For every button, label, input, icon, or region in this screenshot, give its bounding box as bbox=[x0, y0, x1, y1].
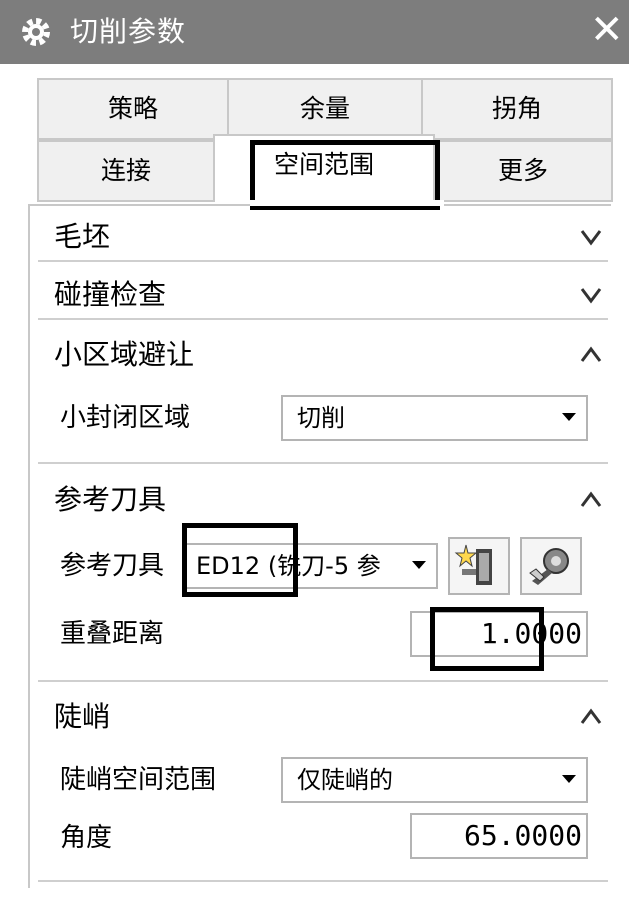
chevron-down-icon bbox=[580, 288, 602, 304]
section-blank-header[interactable]: 毛坯 bbox=[54, 212, 604, 262]
overlap-distance-input[interactable]: 1.0000 bbox=[410, 611, 588, 657]
chevron-down-icon bbox=[580, 230, 602, 246]
angle-input[interactable]: 65.0000 bbox=[410, 813, 588, 859]
close-icon[interactable]: ✕ bbox=[590, 6, 624, 54]
tab-connections[interactable]: 连接 bbox=[37, 140, 215, 202]
steep-range-label: 陡峭空间范围 bbox=[60, 765, 217, 795]
section-collision-title: 碰撞检查 bbox=[54, 278, 167, 311]
section-ref-tool-title: 参考刀具 bbox=[54, 483, 167, 516]
dialog-title: 切削参数 bbox=[70, 15, 187, 48]
angle-label: 角度 bbox=[60, 823, 113, 853]
section-steep-header[interactable]: 陡峭 bbox=[54, 692, 604, 742]
section-small-area-title: 小区域避让 bbox=[54, 338, 195, 371]
section-ref-tool-header[interactable]: 参考刀具 bbox=[54, 475, 604, 525]
tab-more[interactable]: 更多 bbox=[433, 140, 613, 202]
closed-area-value: 切削 bbox=[297, 404, 345, 432]
ref-tool-dropdown[interactable]: ED12 (铣刀-5 参 bbox=[184, 543, 438, 589]
steep-range-dropdown[interactable]: 仅陡峭的 bbox=[281, 757, 588, 803]
tab-stock[interactable]: 余量 bbox=[227, 78, 423, 140]
new-tool-button[interactable] bbox=[448, 537, 510, 595]
gear-icon bbox=[22, 18, 50, 46]
chevron-up-icon bbox=[580, 491, 602, 507]
edit-tool-button[interactable] bbox=[520, 537, 582, 595]
chevron-up-icon bbox=[580, 708, 602, 724]
section-blank-title: 毛坯 bbox=[54, 220, 111, 253]
chevron-up-icon bbox=[580, 346, 602, 362]
dropdown-arrow-icon bbox=[562, 775, 576, 783]
dialog-title-bar: 切削参数 ✕ bbox=[0, 0, 629, 64]
tab-containment[interactable]: 空间范围 bbox=[213, 134, 435, 200]
section-collision-header[interactable]: 碰撞检查 bbox=[54, 270, 604, 320]
ref-tool-value: ED12 (铣刀-5 参 bbox=[196, 552, 381, 580]
steep-range-value: 仅陡峭的 bbox=[297, 766, 393, 794]
dropdown-arrow-icon bbox=[412, 561, 426, 569]
closed-area-label: 小封闭区域 bbox=[60, 403, 191, 433]
dropdown-arrow-icon bbox=[562, 413, 576, 421]
tab-corners[interactable]: 拐角 bbox=[421, 78, 613, 140]
tab-strategy[interactable]: 策略 bbox=[37, 78, 229, 140]
new-tool-icon bbox=[454, 544, 492, 585]
section-steep-title: 陡峭 bbox=[54, 700, 111, 733]
ref-tool-label: 参考刀具 bbox=[60, 551, 165, 581]
closed-area-dropdown[interactable]: 切削 bbox=[281, 395, 588, 441]
section-small-area-header[interactable]: 小区域避让 bbox=[54, 330, 604, 380]
edit-tool-icon bbox=[529, 548, 569, 585]
overlap-distance-label: 重叠距离 bbox=[60, 619, 165, 649]
